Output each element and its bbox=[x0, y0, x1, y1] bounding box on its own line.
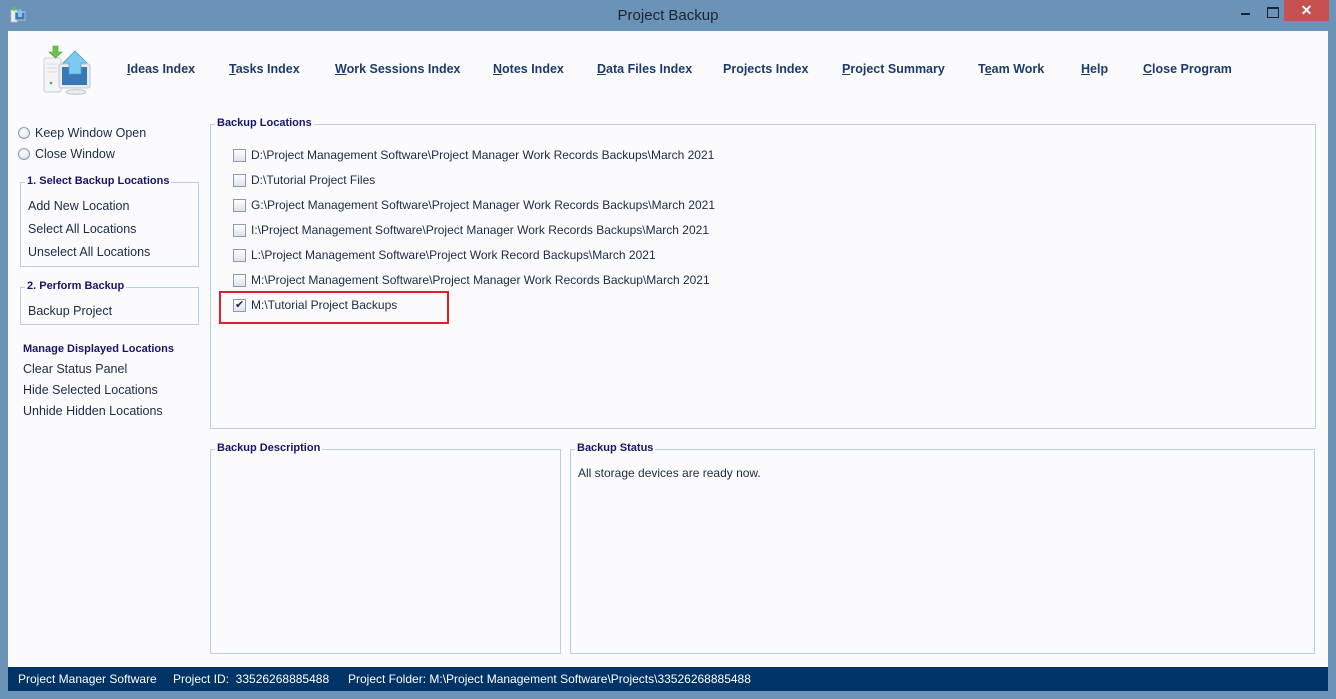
status-bar: Project Manager Software Project ID: 335… bbox=[8, 667, 1328, 691]
checkbox[interactable] bbox=[233, 223, 246, 237]
backup-location-item[interactable]: L:\Project Management Software\Project W… bbox=[233, 247, 656, 263]
manage-displayed-locations-title: Manage Displayed Locations bbox=[23, 343, 174, 355]
nav-data-files-index[interactable]: Data Files Index bbox=[597, 62, 692, 76]
close-button[interactable]: ✕ bbox=[1284, 0, 1329, 21]
group-title: 2. Perform Backup bbox=[25, 280, 127, 292]
checkbox[interactable] bbox=[233, 173, 246, 187]
checkbox[interactable] bbox=[233, 273, 246, 287]
checkbox[interactable] bbox=[233, 148, 246, 162]
close-window-radio[interactable]: Close Window bbox=[18, 146, 115, 162]
backup-project-link[interactable]: Backup Project bbox=[28, 304, 112, 318]
nav-notes-index[interactable]: Notes Index bbox=[493, 62, 564, 76]
nav-projects-index[interactable]: Projects Index bbox=[723, 62, 808, 76]
backup-location-item[interactable]: D:\Tutorial Project Files bbox=[233, 172, 375, 188]
nav-tasks-index[interactable]: Tasks Index bbox=[229, 62, 300, 76]
radio-button-icon[interactable] bbox=[18, 127, 30, 139]
status-project-folder: Project Folder: M:\Project Management So… bbox=[348, 672, 751, 686]
nav-ideas-index[interactable]: Ideas Index bbox=[127, 62, 195, 76]
select-all-locations-link[interactable]: Select All Locations bbox=[28, 222, 136, 236]
nav-work-sessions-index[interactable]: Work Sessions Index bbox=[335, 62, 461, 76]
group-title: 1. Select Backup Locations bbox=[25, 175, 172, 187]
nav-project-summary[interactable]: Project Summary bbox=[842, 62, 945, 76]
select-backup-locations-group: 1. Select Backup Locations Add New Locat… bbox=[20, 175, 199, 267]
close-window-label: Close Window bbox=[35, 147, 115, 161]
backup-locations-title: Backup Locations bbox=[215, 117, 314, 129]
highlight-annotation-box bbox=[219, 291, 449, 324]
hide-selected-locations-link[interactable]: Hide Selected Locations bbox=[23, 383, 158, 397]
window-client-area: Ideas Index Tasks Index Work Sessions In… bbox=[8, 31, 1328, 667]
radio-button-icon[interactable] bbox=[18, 148, 30, 160]
unhide-hidden-locations-link[interactable]: Unhide Hidden Locations bbox=[23, 404, 163, 418]
backup-status-title: Backup Status bbox=[575, 442, 656, 454]
backup-description-panel[interactable]: Backup Description bbox=[210, 442, 561, 654]
window-title: Project Backup bbox=[617, 7, 719, 24]
location-path: D:\Tutorial Project Files bbox=[251, 173, 376, 187]
location-path: G:\Project Management Software\Project M… bbox=[251, 198, 715, 212]
title-bar[interactable]: Project Backup ✕ bbox=[0, 0, 1336, 30]
add-new-location-link[interactable]: Add New Location bbox=[28, 199, 129, 213]
nav-close-program[interactable]: Close Program bbox=[1143, 62, 1232, 76]
nav-help[interactable]: Help bbox=[1081, 62, 1108, 76]
backup-description-title: Backup Description bbox=[215, 442, 323, 454]
location-path: L:\Project Management Software\Project W… bbox=[251, 248, 656, 262]
close-icon: ✕ bbox=[1300, 2, 1313, 18]
backup-location-item[interactable]: G:\Project Management Software\Project M… bbox=[233, 197, 715, 213]
backup-status-panel: Backup Status All storage devices are re… bbox=[570, 442, 1315, 654]
backup-location-item[interactable]: M:\Project Management Software\Project M… bbox=[233, 272, 710, 288]
location-path: M:\Project Management Software\Project M… bbox=[251, 273, 710, 287]
backup-locations-panel: Backup Locations D:\Project Management S… bbox=[210, 117, 1316, 429]
keep-window-open-radio[interactable]: Keep Window Open bbox=[18, 125, 146, 141]
unselect-all-locations-link[interactable]: Unselect All Locations bbox=[28, 245, 150, 259]
backup-status-message: All storage devices are ready now. bbox=[578, 466, 761, 480]
keep-window-open-label: Keep Window Open bbox=[35, 126, 147, 140]
location-path: D:\Project Management Software\Project M… bbox=[251, 148, 715, 162]
clear-status-panel-link[interactable]: Clear Status Panel bbox=[23, 362, 127, 376]
perform-backup-group: 2. Perform Backup Backup Project bbox=[20, 280, 199, 325]
nav-team-work[interactable]: Team Work bbox=[978, 62, 1044, 76]
checkbox[interactable] bbox=[233, 248, 246, 262]
backup-logo-icon bbox=[43, 45, 91, 95]
status-app-name: Project Manager Software bbox=[18, 672, 157, 686]
backup-location-item[interactable]: I:\Project Management Software\Project M… bbox=[233, 222, 709, 238]
location-path: I:\Project Management Software\Project M… bbox=[251, 223, 709, 237]
status-project-id: Project ID: 33526268885488 bbox=[173, 672, 330, 686]
checkbox[interactable] bbox=[233, 198, 246, 212]
backup-location-item[interactable]: D:\Project Management Software\Project M… bbox=[233, 147, 714, 163]
